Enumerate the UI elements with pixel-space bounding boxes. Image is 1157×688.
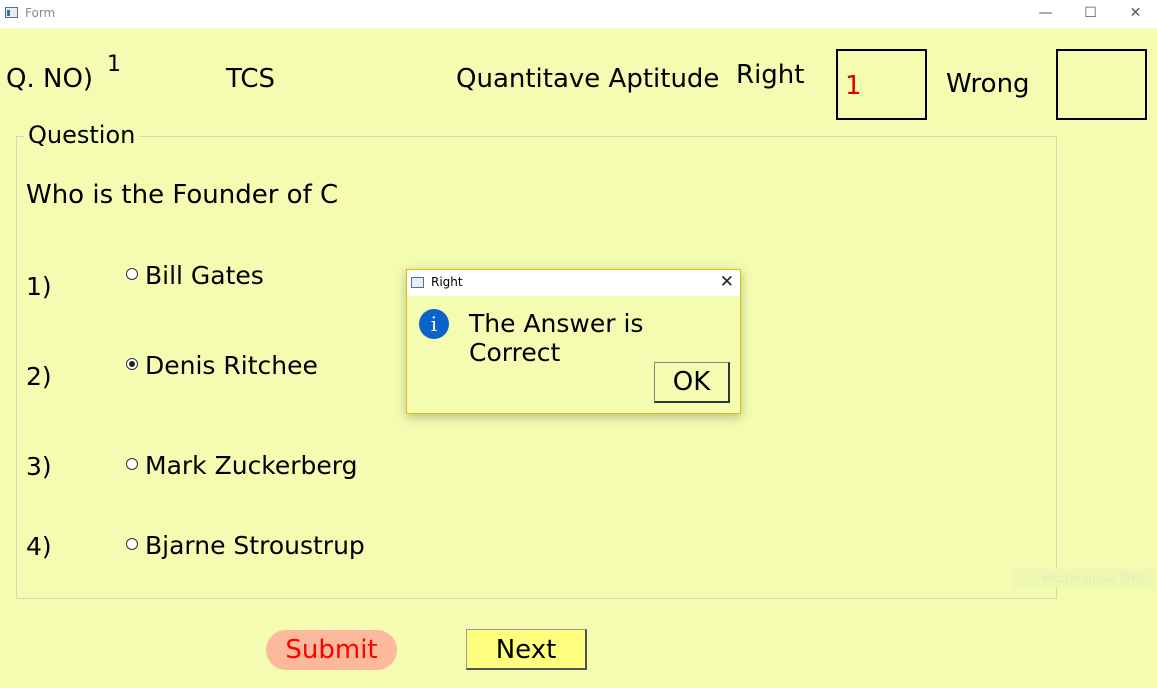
next-button[interactable]: Next (466, 629, 587, 670)
option-label[interactable]: Bjarne Stroustrup (145, 531, 365, 560)
dialog-titlebar: Right ✕ (407, 270, 740, 296)
option-number: 1) (26, 272, 52, 301)
dialog-message: The Answer is Correct (469, 309, 644, 367)
option-radio[interactable] (126, 268, 138, 280)
info-icon: i (419, 309, 449, 339)
minimize-button[interactable]: — (1023, 0, 1068, 28)
option-radio-selected[interactable] (126, 358, 138, 370)
question-group-title: Question (24, 121, 140, 149)
message-dialog: Right ✕ i The Answer is Correct OK (406, 269, 741, 414)
dialog-close-icon[interactable]: ✕ (720, 272, 734, 292)
option-label[interactable]: Denis Ritchee (145, 351, 318, 380)
right-label: Right (736, 60, 805, 90)
option-label[interactable]: Bill Gates (145, 261, 264, 290)
wrong-count-box (1056, 49, 1147, 120)
option-number: 4) (26, 532, 52, 561)
question-text: Who is the Founder of C (26, 180, 339, 210)
ok-button[interactable]: OK (654, 362, 730, 403)
company-label: TCS (226, 64, 276, 94)
option-number: 2) (26, 362, 52, 391)
question-number-label: Q. NO) (6, 64, 94, 94)
right-count-box: 1 (836, 49, 927, 120)
question-number-value: 1 (107, 52, 121, 77)
right-count-value: 1 (845, 71, 862, 101)
submit-button[interactable]: Submit (266, 630, 397, 670)
option-radio[interactable] (126, 458, 138, 470)
app-icon (5, 7, 18, 18)
maximize-button[interactable]: ☐ (1068, 0, 1113, 28)
close-button[interactable]: ✕ (1113, 0, 1157, 28)
window-titlebar: Form — ☐ ✕ (0, 0, 1157, 28)
option-radio[interactable] (126, 538, 138, 550)
dialog-app-icon (411, 277, 424, 288)
wrong-label: Wrong (946, 69, 1030, 99)
snip-overlay: Rectangular Snip (1013, 568, 1155, 588)
option-label[interactable]: Mark Zuckerberg (145, 451, 358, 480)
option-number: 3) (26, 452, 52, 481)
dialog-title: Right (431, 275, 463, 289)
category-label: Quantitave Aptitude (456, 64, 720, 94)
window-title: Form (25, 6, 56, 20)
